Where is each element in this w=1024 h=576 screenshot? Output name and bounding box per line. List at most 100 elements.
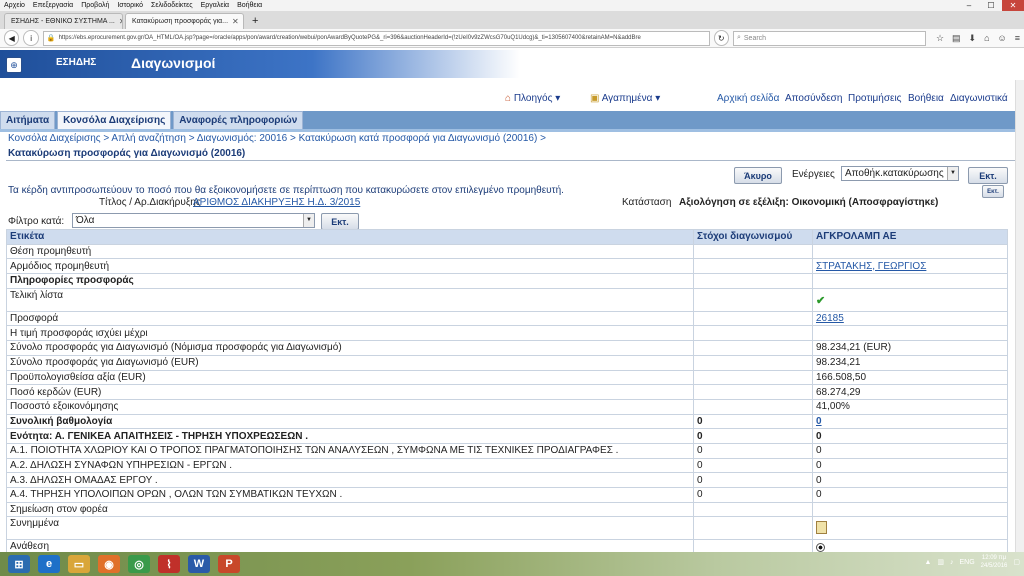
esidis-emblem-icon: ⊕ [6,57,22,73]
tab-label: Κατακύρωση προσφοράς για... [132,18,229,25]
filter-go-button[interactable]: Εκτ. [321,213,359,230]
cancel-button[interactable]: Άκυρο [734,167,782,184]
reload-icon[interactable]: ↻ [713,30,729,46]
close-tab-icon[interactable]: ✕ [232,17,239,26]
menu-tools[interactable]: Εργαλεία [201,2,229,9]
notifications-icon[interactable]: ▢ [1013,558,1020,566]
attachment-icon[interactable] [816,521,827,535]
navigator-icon: ⌂ [505,93,512,104]
go-button[interactable]: Εκτ. [968,167,1008,184]
row-target [693,340,813,356]
browser-tab-award[interactable]: Κατακύρωση προσφοράς για... ✕ [125,13,244,29]
network-icon[interactable]: ▥ [937,558,944,566]
chrome-icon[interactable]: ◎ [128,555,150,573]
menu-bookmarks[interactable]: Σελιδοδείκτες [151,2,193,9]
acrobat-icon[interactable]: ⌇ [158,555,180,573]
tab-label: ΕΣΗΔΗΣ - ΕΘΝΙΚΟ ΣΥΣΤΗΜΑ ... [11,18,115,25]
menu-file[interactable]: Αρχείο [4,2,25,9]
row-target [693,310,813,327]
filter-select[interactable]: Όλα ▼ [72,213,315,228]
menu-help[interactable]: Βοήθεια [237,2,262,9]
clock[interactable]: 12:09 πμ 24/5/2016 [981,554,1008,570]
windows-taskbar: ⊞ e ▭ ◉ ◎ ⌇ W P ▲ ▥ ♪ ENG 12:09 πμ 24/5/… [0,552,1024,576]
start-icon[interactable]: ⊞ [8,555,30,573]
language-indicator[interactable]: ENG [960,559,975,566]
row-label: Προσφορά [6,310,694,327]
word-icon[interactable]: W [188,555,210,573]
home-link[interactable]: Αρχική σελίδα [717,93,779,104]
table-row: Α.3. ΔΗΛΩΣΗ ΟΜΑΔΑΣ ΕΡΓΟΥ .00 [6,472,1008,488]
vertical-scrollbar[interactable] [1015,80,1024,552]
browser-tabstrip: ΕΣΗΔΗΣ - ΕΘΝΙΚΟ ΣΥΣΤΗΜΑ ... ✕ Κατακύρωση… [0,11,1024,29]
navigator-menu[interactable]: ⌂ Πλοηγός ▾ [505,93,560,104]
chevron-down-icon: ▾ [655,93,661,104]
url-bar[interactable]: 🔒 https://ebs.eprocurement.gov.gr/OA_HTM… [42,30,710,46]
tab-requests[interactable]: Αιτήματα [0,111,56,129]
favorites-menu[interactable]: ▣ Αγαπημένα ▾ [590,93,660,104]
row-label: Πληροφορίες προσφοράς [6,273,694,289]
search-input[interactable]: ⌕ Search [732,30,926,46]
help-link[interactable]: Βοήθεια [908,93,944,104]
tray-arrow-icon[interactable]: ▲ [924,559,931,566]
ie-icon[interactable]: e [38,555,60,573]
info-icon[interactable]: i [23,30,39,46]
firefox-icon[interactable]: ◉ [98,555,120,573]
go-small-button[interactable]: Εκτ. [982,185,1004,198]
clock-date: 24/5/2016 [980,563,1008,569]
row-label: Ενότητα: Α. ΓΕΝΙΚΕΑ ΑΠΑΙΤΗΣΕΙΣ - ΤΗΡΗΣΗ … [6,428,694,444]
table-row: Αρμόδιος προμηθευτή ΣΤΡΑΤΑΚΗΣ, ΓΕΩΡΓΙΟΣ [6,258,1008,275]
tab-underline [0,129,1024,132]
table-row: Η τιμή προσφοράς ισχύει μέχρι [6,325,1008,342]
supplier-value-link[interactable]: 26185 [816,313,844,324]
row-target [693,243,813,260]
row-label: Σύνολο προσφοράς για Διαγωνισμό (Νόμισμα… [6,340,694,356]
row-label: Ποσό κερδών (EUR) [6,384,694,400]
browser-tab-esidis[interactable]: ΕΣΗΔΗΣ - ΕΘΝΙΚΟ ΣΥΣΤΗΜΑ ... ✕ [4,13,123,29]
home-icon[interactable]: ⌂ [984,33,989,44]
supplier-value-link[interactable]: 0 [816,416,822,427]
minimize-icon[interactable]: – [958,0,980,11]
menu-edit[interactable]: Επεξεργασία [33,2,73,9]
competitive-link[interactable]: Διαγωνιστικά [950,93,1008,104]
actions-select[interactable]: Αποθήκ.κατακύρωσης ▼ [841,166,959,181]
filter-label: Φίλτρο κατά: [8,216,65,227]
info-text: Τα κέρδη αντιπροσωπεύουν το ποσό που θα … [8,185,564,196]
row-supplier-value: 0 [812,472,1008,488]
logout-link[interactable]: Αποσύνδεση [785,93,842,104]
menu-view[interactable]: Προβολή [81,2,109,9]
preferences-link[interactable]: Προτιμήσεις [848,93,902,104]
breadcrumb[interactable]: Κονσόλα Διαχείρισης > Απλή αναζήτηση > Δ… [8,133,546,144]
powerpoint-icon[interactable]: P [218,555,240,573]
volume-icon[interactable]: ♪ [950,559,954,566]
download-icon[interactable]: ⬇ [969,33,977,44]
sync-icon[interactable]: ☺ [998,33,1007,44]
row-supplier-value: 41,00% [812,398,1008,415]
bookmark-star-icon[interactable]: ☆ [936,33,944,44]
title-value-link[interactable]: ΑΡΙΘΜΟΣ ΔΙΑΚΗΡΥΞΗΣ Η.Δ. 3/2015 [193,197,360,208]
menu-history[interactable]: Ιστορικό [117,2,143,9]
close-icon[interactable]: ✕ [1002,0,1024,11]
logo-text: ΕΣΗΔΗΣ [56,57,97,68]
table-row: Τελική λίστα ✔ [6,287,1008,312]
brand-bar: ⊕ ΕΣΗΔΗΣ Διαγωνισμοί [0,50,520,78]
close-tab-icon[interactable]: ✕ [119,17,122,26]
table-row: Προσφορά 26185 [6,310,1008,327]
new-tab-icon[interactable]: + [246,14,264,29]
reading-list-icon[interactable]: ▤ [952,33,961,44]
row-supplier-value: 26185 [812,310,1008,327]
hamburger-menu-icon[interactable]: ≡ [1015,33,1020,44]
tab-admin-console[interactable]: Κονσόλα Διαχείρισης [57,111,172,129]
row-target [693,325,813,342]
row-label: Σύνολο προσφοράς για Διαγωνισμό (EUR) [6,354,694,371]
row-target [693,398,813,415]
file-explorer-icon[interactable]: ▭ [68,555,90,573]
row-supplier-value: ΣΤΡΑΤΑΚΗΣ, ΓΕΩΡΓΙΟΣ [812,258,1008,275]
row-label: Α.2. ΔΗΛΩΣΗ ΣΥΝΑΦΩΝ ΥΠΗΡΕΣΙΩΝ - ΕΡΓΩΝ . [6,457,694,474]
row-supplier-value [812,501,1008,518]
tab-info-reports[interactable]: Αναφορές πληροφοριών [173,111,304,129]
supplier-value-link[interactable]: ΣΤΡΑΤΑΚΗΣ, ΓΕΩΡΓΙΟΣ [816,261,926,272]
row-target [693,258,813,275]
back-icon[interactable]: ◀ [4,30,20,46]
maximize-icon[interactable]: ☐ [980,0,1002,11]
table-row: Σύνολο προσφοράς για Διαγωνισμό (Νόμισμα… [6,340,1008,356]
